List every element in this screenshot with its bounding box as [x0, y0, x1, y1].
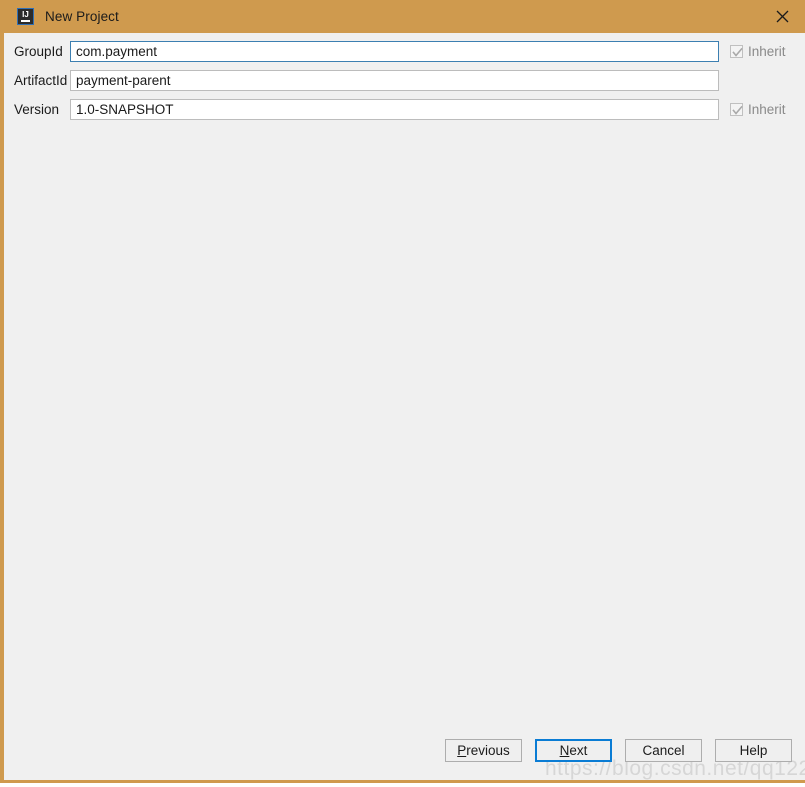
- groupid-input[interactable]: [70, 41, 719, 62]
- next-button-label: ext: [569, 743, 588, 758]
- version-inherit-label: Inherit: [748, 102, 786, 117]
- form-row-artifactid: ArtifactId: [4, 66, 805, 95]
- form-row-groupid: GroupId Inherit: [4, 37, 805, 66]
- screen: IJ New Project GroupId com.payment Inher…: [0, 0, 805, 787]
- close-icon[interactable]: [759, 0, 805, 33]
- new-project-dialog: IJ New Project GroupId com.payment Inher…: [0, 0, 805, 783]
- artifactid-label: ArtifactId: [14, 73, 68, 88]
- intellij-idea-icon-bar: [21, 20, 30, 22]
- dialog-footer: Previous Next Cancel Help: [4, 739, 805, 773]
- groupid-inherit-label: Inherit: [748, 44, 786, 59]
- cancel-button[interactable]: Cancel: [625, 739, 702, 762]
- window-title: New Project: [45, 9, 119, 24]
- check-icon: [732, 47, 743, 57]
- version-label: Version: [14, 102, 60, 117]
- previous-button-mnemonic: P: [457, 743, 467, 758]
- help-button[interactable]: Help: [715, 739, 792, 762]
- artifactid-input[interactable]: [70, 70, 719, 91]
- next-button-mnemonic: N: [559, 743, 570, 758]
- version-input[interactable]: [70, 99, 719, 120]
- groupid-inherit-checkbox-box: [730, 45, 743, 58]
- previous-button[interactable]: Previous: [445, 739, 522, 762]
- intellij-idea-icon: IJ: [17, 8, 34, 25]
- check-icon: [732, 105, 743, 115]
- version-inherit-checkbox[interactable]: Inherit: [730, 102, 786, 117]
- window-titlebar: IJ New Project: [4, 0, 805, 33]
- intellij-idea-icon-text: IJ: [22, 10, 29, 19]
- form-row-version: Version Inherit: [4, 95, 805, 124]
- maven-coordinates-form: GroupId Inherit ArtifactId: [4, 37, 805, 124]
- previous-button-label: revious: [466, 743, 510, 758]
- groupid-label: GroupId: [14, 44, 63, 59]
- dialog-content: GroupId Inherit ArtifactId: [4, 33, 805, 780]
- next-button[interactable]: Next: [535, 739, 612, 762]
- groupid-inherit-checkbox[interactable]: Inherit: [730, 44, 786, 59]
- close-icon-glyph: [776, 10, 788, 23]
- dialog-button-bar: Previous Next Cancel Help: [445, 739, 792, 762]
- version-inherit-checkbox-box: [730, 103, 743, 116]
